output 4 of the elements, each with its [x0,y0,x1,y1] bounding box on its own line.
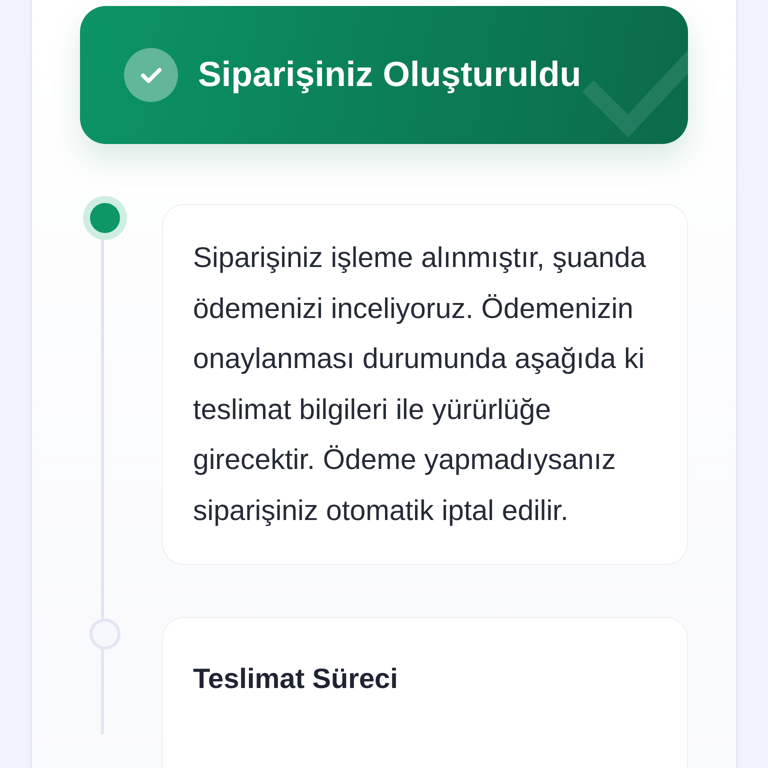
check-icon [124,48,178,102]
section-title: Teslimat Süreci [193,662,399,696]
banner-title: Siparişiniz Oluşturuldu [198,54,582,96]
status-message: Siparişiniz işleme alınmıştır, şuanda ödemenizi inceliyoruz. Ödemenizin onaylanması durumunda aşağıda ki teslimat bilgileri ile yürürlüğe girecektir. Ödeme yapmadıysanız siparişiniz otomatik iptal edilir. [193,241,647,528]
